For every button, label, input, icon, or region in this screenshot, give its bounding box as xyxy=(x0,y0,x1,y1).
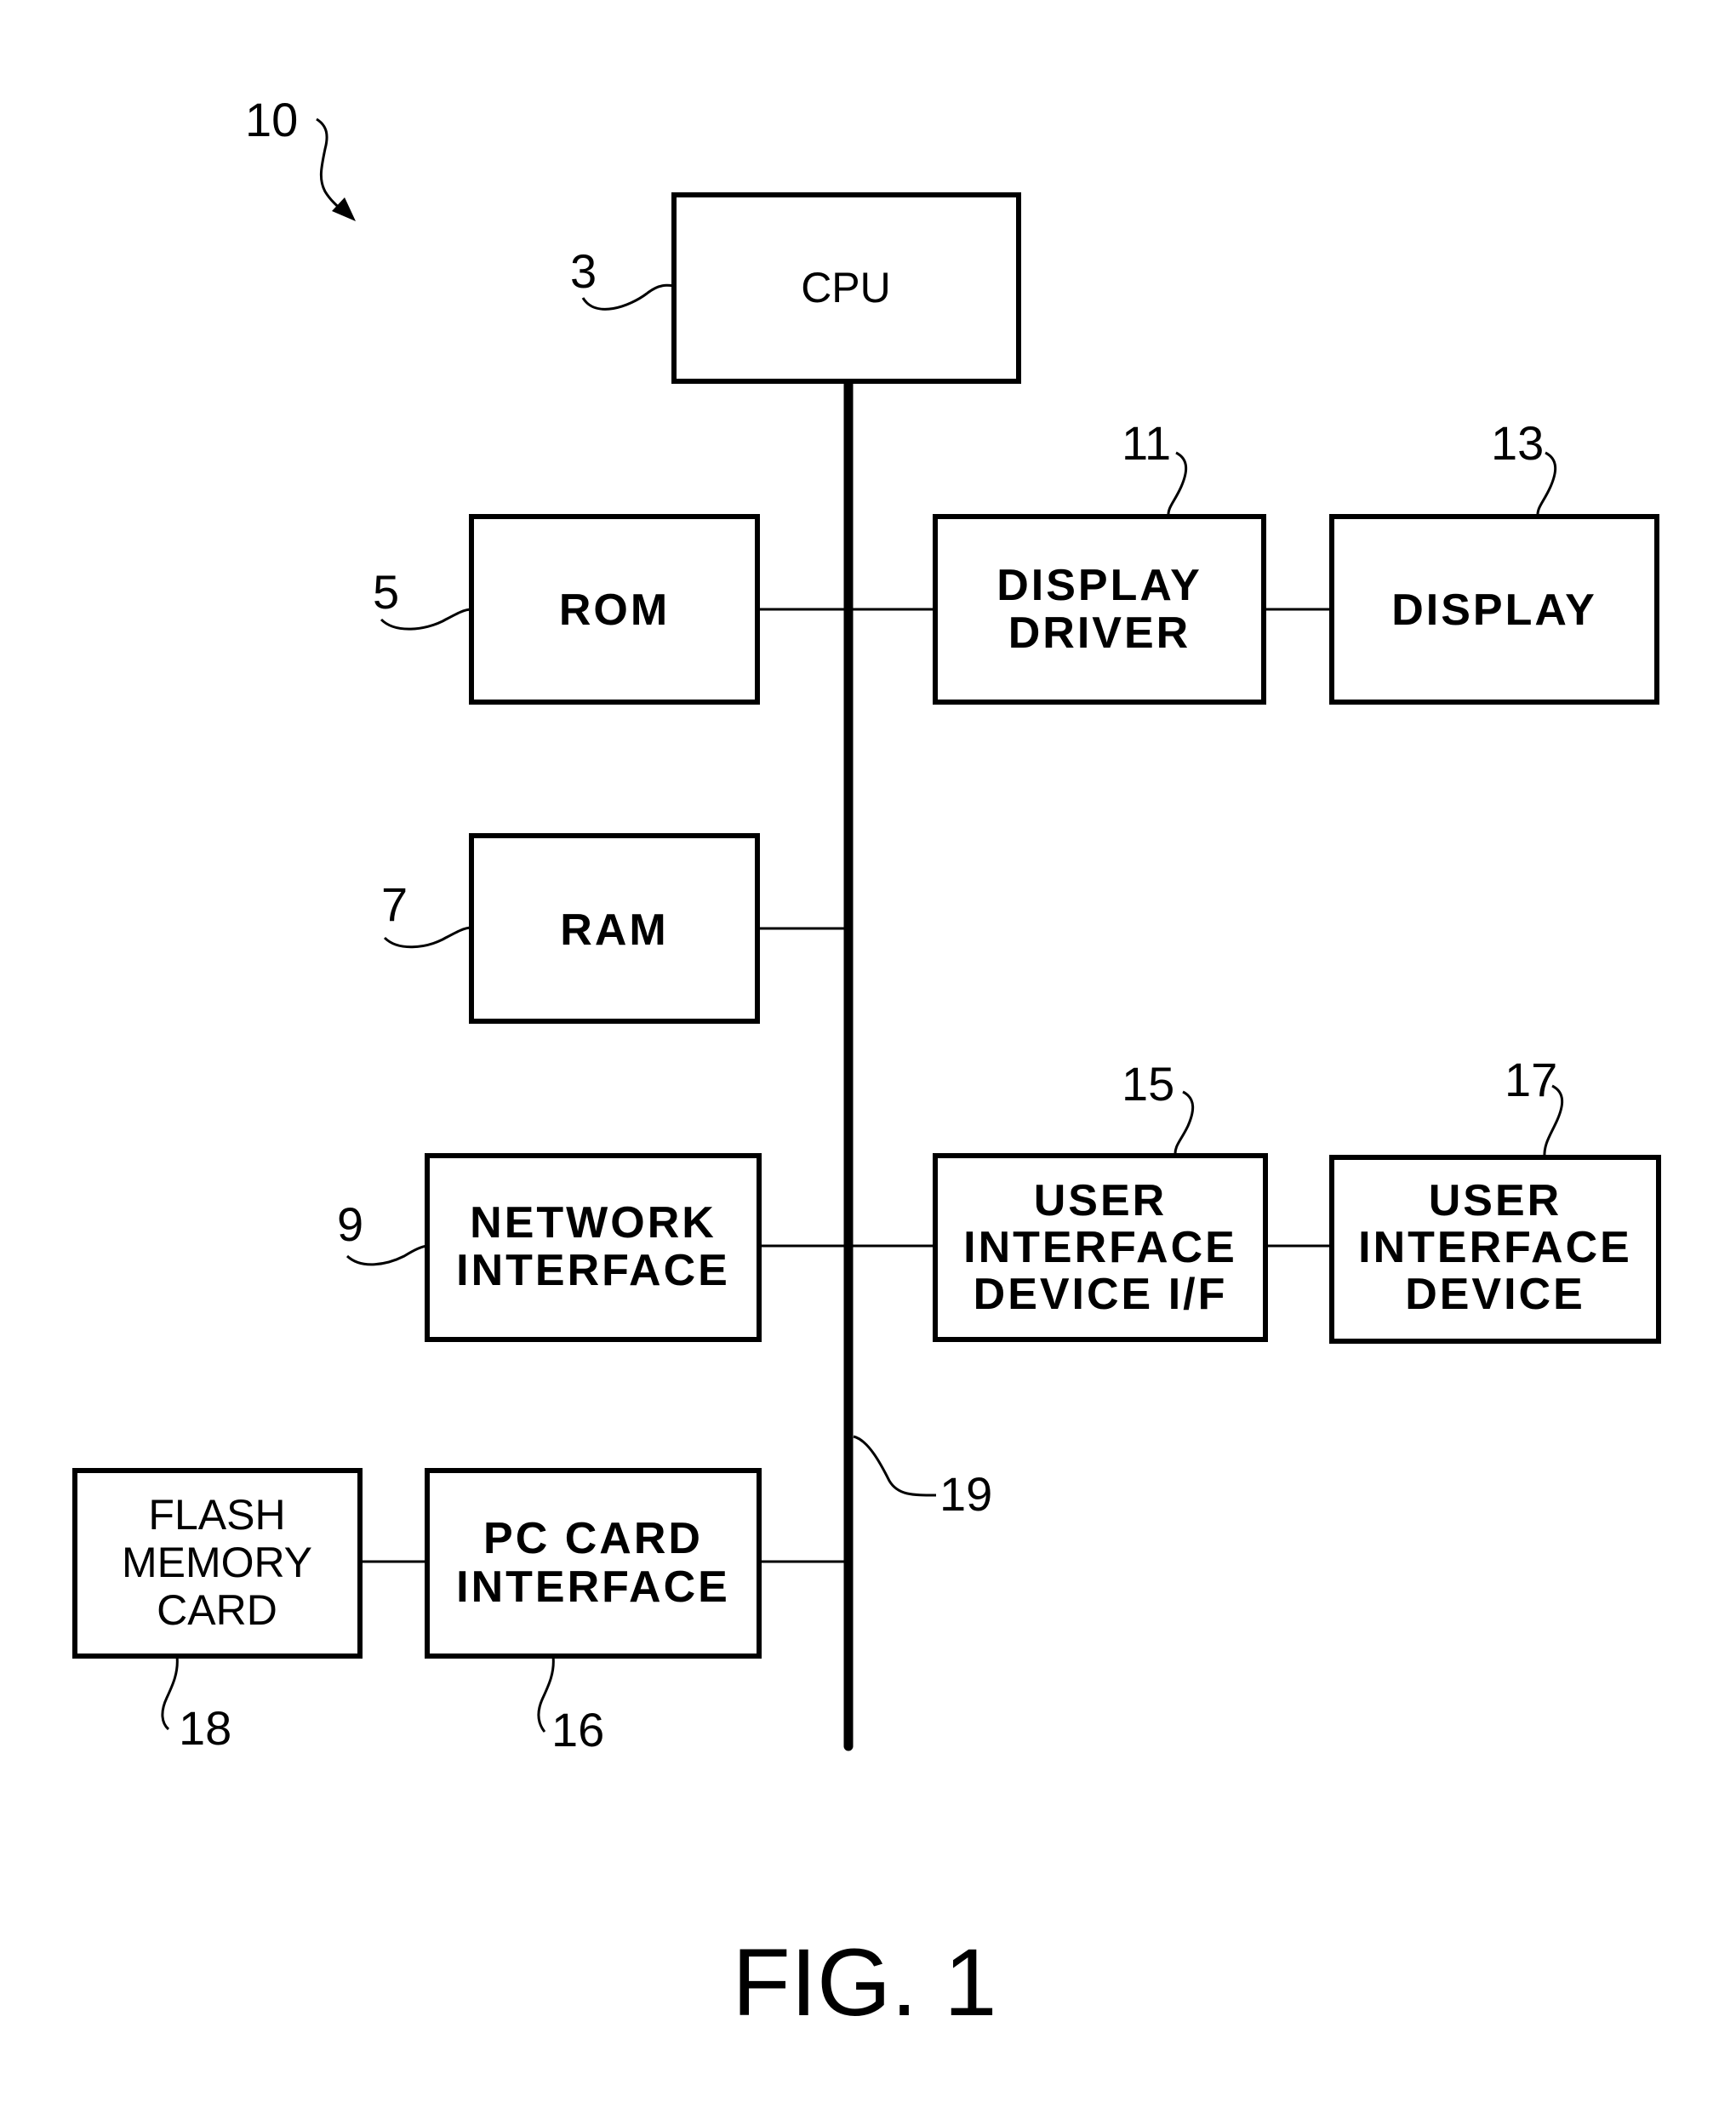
network-interface-label-line1: NETWORK xyxy=(470,1198,717,1248)
pc-card-interface-label-line2: INTERFACE xyxy=(456,1562,730,1612)
flash-memory-card-label-line1: FLASH xyxy=(148,1491,285,1539)
display-ref-number: 13 xyxy=(1491,416,1544,470)
cpu-label: CPU xyxy=(801,264,891,311)
ram-ref-number: 7 xyxy=(381,877,408,931)
arrowhead-icon xyxy=(332,197,356,221)
display-label: DISPLAY xyxy=(1391,585,1597,635)
rom-ref-number: 5 xyxy=(373,565,399,619)
ui-device-if-ref-number: 15 xyxy=(1122,1057,1174,1111)
pc-card-interface-block: PC CARD INTERFACE xyxy=(425,1468,762,1659)
network-interface-label-line2: INTERFACE xyxy=(456,1246,730,1295)
flash-memory-card-ref-number: 18 xyxy=(179,1701,231,1755)
ui-device-ref-number: 17 xyxy=(1505,1053,1557,1106)
ui-device-label-line3: DEVICE xyxy=(1405,1270,1585,1319)
rom-label: ROM xyxy=(559,585,670,635)
block-diagram: CPU 3 ROM 5 RAM 7 NETWORK INTERFACE 9 DI… xyxy=(72,93,1661,2036)
cpu-ref-number: 3 xyxy=(570,244,597,298)
display-block: DISPLAY xyxy=(1329,514,1659,705)
cpu-block: CPU xyxy=(671,192,1021,384)
ui-device-label-line2: INTERFACE xyxy=(1358,1223,1632,1272)
flash-memory-card-block: FLASH MEMORY CARD xyxy=(72,1468,363,1659)
ui-device-label-line1: USER xyxy=(1429,1176,1562,1225)
flash-memory-card-label-line2: MEMORY xyxy=(122,1539,312,1586)
ui-device-if-label-line2: INTERFACE xyxy=(963,1223,1237,1272)
figure-caption: FIG. 1 xyxy=(732,1929,996,2036)
ui-device-if-label-line1: USER xyxy=(1034,1176,1167,1225)
ui-device-if-leader-line xyxy=(1174,1090,1195,1157)
display-driver-label-line2: DRIVER xyxy=(1008,608,1191,658)
flash-memory-card-leader-line xyxy=(161,1655,179,1731)
ui-device-block: USER INTERFACE DEVICE xyxy=(1329,1155,1661,1344)
ram-block: RAM xyxy=(469,833,760,1024)
display-driver-ref-number: 11 xyxy=(1122,416,1171,470)
network-interface-ref-number: 9 xyxy=(337,1197,363,1251)
ui-device-if-block: USER INTERFACE DEVICE I/F xyxy=(933,1153,1268,1342)
system-ref-number: 10 xyxy=(245,93,298,146)
pc-card-interface-ref-number: 16 xyxy=(551,1703,604,1756)
bus-ref-number: 19 xyxy=(939,1467,992,1521)
pc-card-interface-label-line1: PC CARD xyxy=(483,1514,703,1563)
display-driver-label-line1: DISPLAY xyxy=(996,561,1202,610)
bus-leader-line xyxy=(853,1435,937,1497)
rom-block: ROM xyxy=(469,514,760,705)
network-interface-block: NETWORK INTERFACE xyxy=(425,1153,762,1342)
ui-device-if-label-line3: DEVICE I/F xyxy=(974,1270,1228,1319)
flash-memory-card-label-line3: CARD xyxy=(157,1586,277,1634)
system-ref-leader-line xyxy=(316,117,345,214)
ram-label: RAM xyxy=(560,905,668,955)
display-driver-block: DISPLAY DRIVER xyxy=(933,514,1266,705)
